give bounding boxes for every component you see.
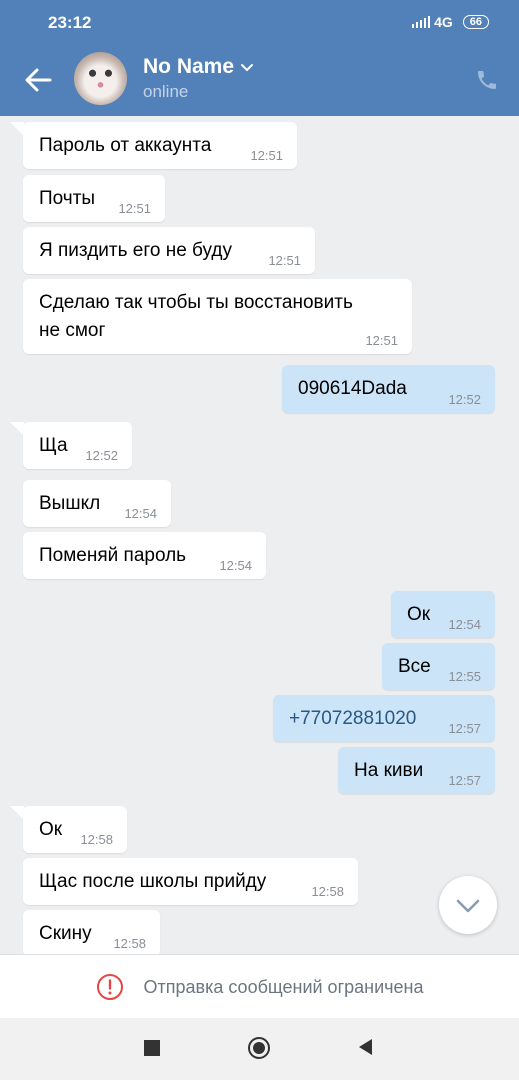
app-header: 23:12 4G 66 No Name online bbox=[0, 0, 519, 116]
message-incoming[interactable]: Я пиздить его не буду 12:51 bbox=[23, 227, 315, 274]
circle-icon[interactable] bbox=[247, 1036, 271, 1060]
message-text: Вышкл bbox=[39, 493, 101, 514]
message-text: 090614Dada bbox=[298, 378, 407, 399]
message-text: Я пиздить его не буду bbox=[39, 240, 232, 261]
phone-icon[interactable] bbox=[475, 68, 499, 92]
status-bar: 23:12 4G 66 bbox=[0, 0, 519, 44]
alert-circle-icon bbox=[96, 974, 123, 1000]
message-outgoing[interactable]: +77072881020 12:57 bbox=[273, 695, 495, 742]
message-outgoing[interactable]: 090614Dada 12:52 bbox=[282, 365, 495, 413]
message-list[interactable]: Пароль от аккаунта 12:51 Почты 12:51 Я п… bbox=[0, 116, 519, 954]
message-text: На киви bbox=[354, 760, 424, 781]
message-time: 12:52 bbox=[85, 448, 118, 463]
message-outgoing[interactable]: На киви 12:57 bbox=[338, 747, 495, 794]
bubble-tail bbox=[10, 122, 24, 136]
message-text: Ок bbox=[39, 819, 63, 840]
message-time: 12:55 bbox=[448, 669, 481, 684]
message-text: Почты bbox=[39, 188, 96, 209]
phone-link[interactable]: +77072881020 bbox=[289, 705, 416, 733]
message-time: 12:58 bbox=[113, 936, 146, 951]
scroll-to-bottom-button[interactable] bbox=[439, 876, 497, 934]
presence-status: online bbox=[143, 82, 189, 101]
message-incoming[interactable]: Поменяй пароль 12:54 bbox=[23, 532, 266, 579]
message-time: 12:58 bbox=[80, 832, 113, 847]
message-time: 12:51 bbox=[118, 201, 151, 216]
message-time: 12:57 bbox=[448, 773, 481, 788]
message-incoming[interactable]: Вышкл 12:54 bbox=[23, 480, 171, 527]
message-text: Ок bbox=[407, 604, 431, 625]
message-text: Поменяй пароль bbox=[39, 545, 187, 566]
message-text: Сделаю так чтобы ты восстановить не смог bbox=[39, 292, 353, 341]
restriction-text: Отправка сообщений ограничена bbox=[143, 976, 424, 997]
chat-title[interactable]: No Name bbox=[143, 55, 254, 79]
chevron-down-icon bbox=[456, 899, 480, 913]
message-time: 12:51 bbox=[250, 148, 283, 163]
bubble-tail bbox=[10, 806, 24, 820]
message-time: 12:58 bbox=[311, 884, 344, 899]
network-label: 4G bbox=[434, 14, 453, 30]
message-time: 12:51 bbox=[365, 333, 398, 348]
avatar[interactable] bbox=[74, 52, 127, 105]
bubble-tail bbox=[10, 422, 24, 436]
message-incoming[interactable]: Скину 12:58 bbox=[23, 910, 160, 954]
message-incoming[interactable]: Сделаю так чтобы ты восстановить не смог… bbox=[23, 279, 412, 354]
contact-name: No Name bbox=[143, 55, 235, 78]
back-arrow-icon[interactable] bbox=[24, 67, 52, 93]
chevron-down-icon bbox=[241, 64, 254, 72]
message-text: Пароль от аккаунта bbox=[39, 135, 212, 156]
message-text: Скину bbox=[39, 923, 92, 944]
messaging-restricted-bar: Отправка сообщений ограничена bbox=[0, 954, 519, 1019]
message-time: 12:51 bbox=[268, 253, 301, 268]
message-time: 12:54 bbox=[448, 617, 481, 632]
status-icons: 4G 66 bbox=[412, 14, 489, 30]
message-outgoing[interactable]: Ок 12:54 bbox=[391, 591, 495, 638]
message-incoming[interactable]: Ща 12:52 bbox=[23, 422, 132, 469]
square-icon[interactable] bbox=[144, 1040, 160, 1056]
message-text: Все bbox=[398, 656, 431, 677]
message-time: 12:57 bbox=[448, 721, 481, 736]
signal-icon bbox=[412, 16, 431, 28]
battery-icon: 66 bbox=[462, 15, 489, 29]
message-text: Щас после школы прийду bbox=[39, 871, 267, 892]
message-text: Ща bbox=[39, 435, 68, 456]
triangle-back-icon[interactable] bbox=[357, 1038, 373, 1056]
message-incoming[interactable]: Почты 12:51 bbox=[23, 175, 165, 222]
message-time: 12:54 bbox=[219, 558, 252, 573]
message-time: 12:54 bbox=[124, 506, 157, 521]
system-nav-bar bbox=[0, 1018, 519, 1080]
message-incoming[interactable]: Ок 12:58 bbox=[23, 806, 127, 853]
message-outgoing[interactable]: Все 12:55 bbox=[382, 643, 495, 690]
message-incoming[interactable]: Пароль от аккаунта 12:51 bbox=[23, 122, 297, 169]
message-incoming[interactable]: Щас после школы прийду 12:58 bbox=[23, 858, 358, 905]
message-time: 12:52 bbox=[448, 392, 481, 407]
clock: 23:12 bbox=[48, 13, 92, 32]
